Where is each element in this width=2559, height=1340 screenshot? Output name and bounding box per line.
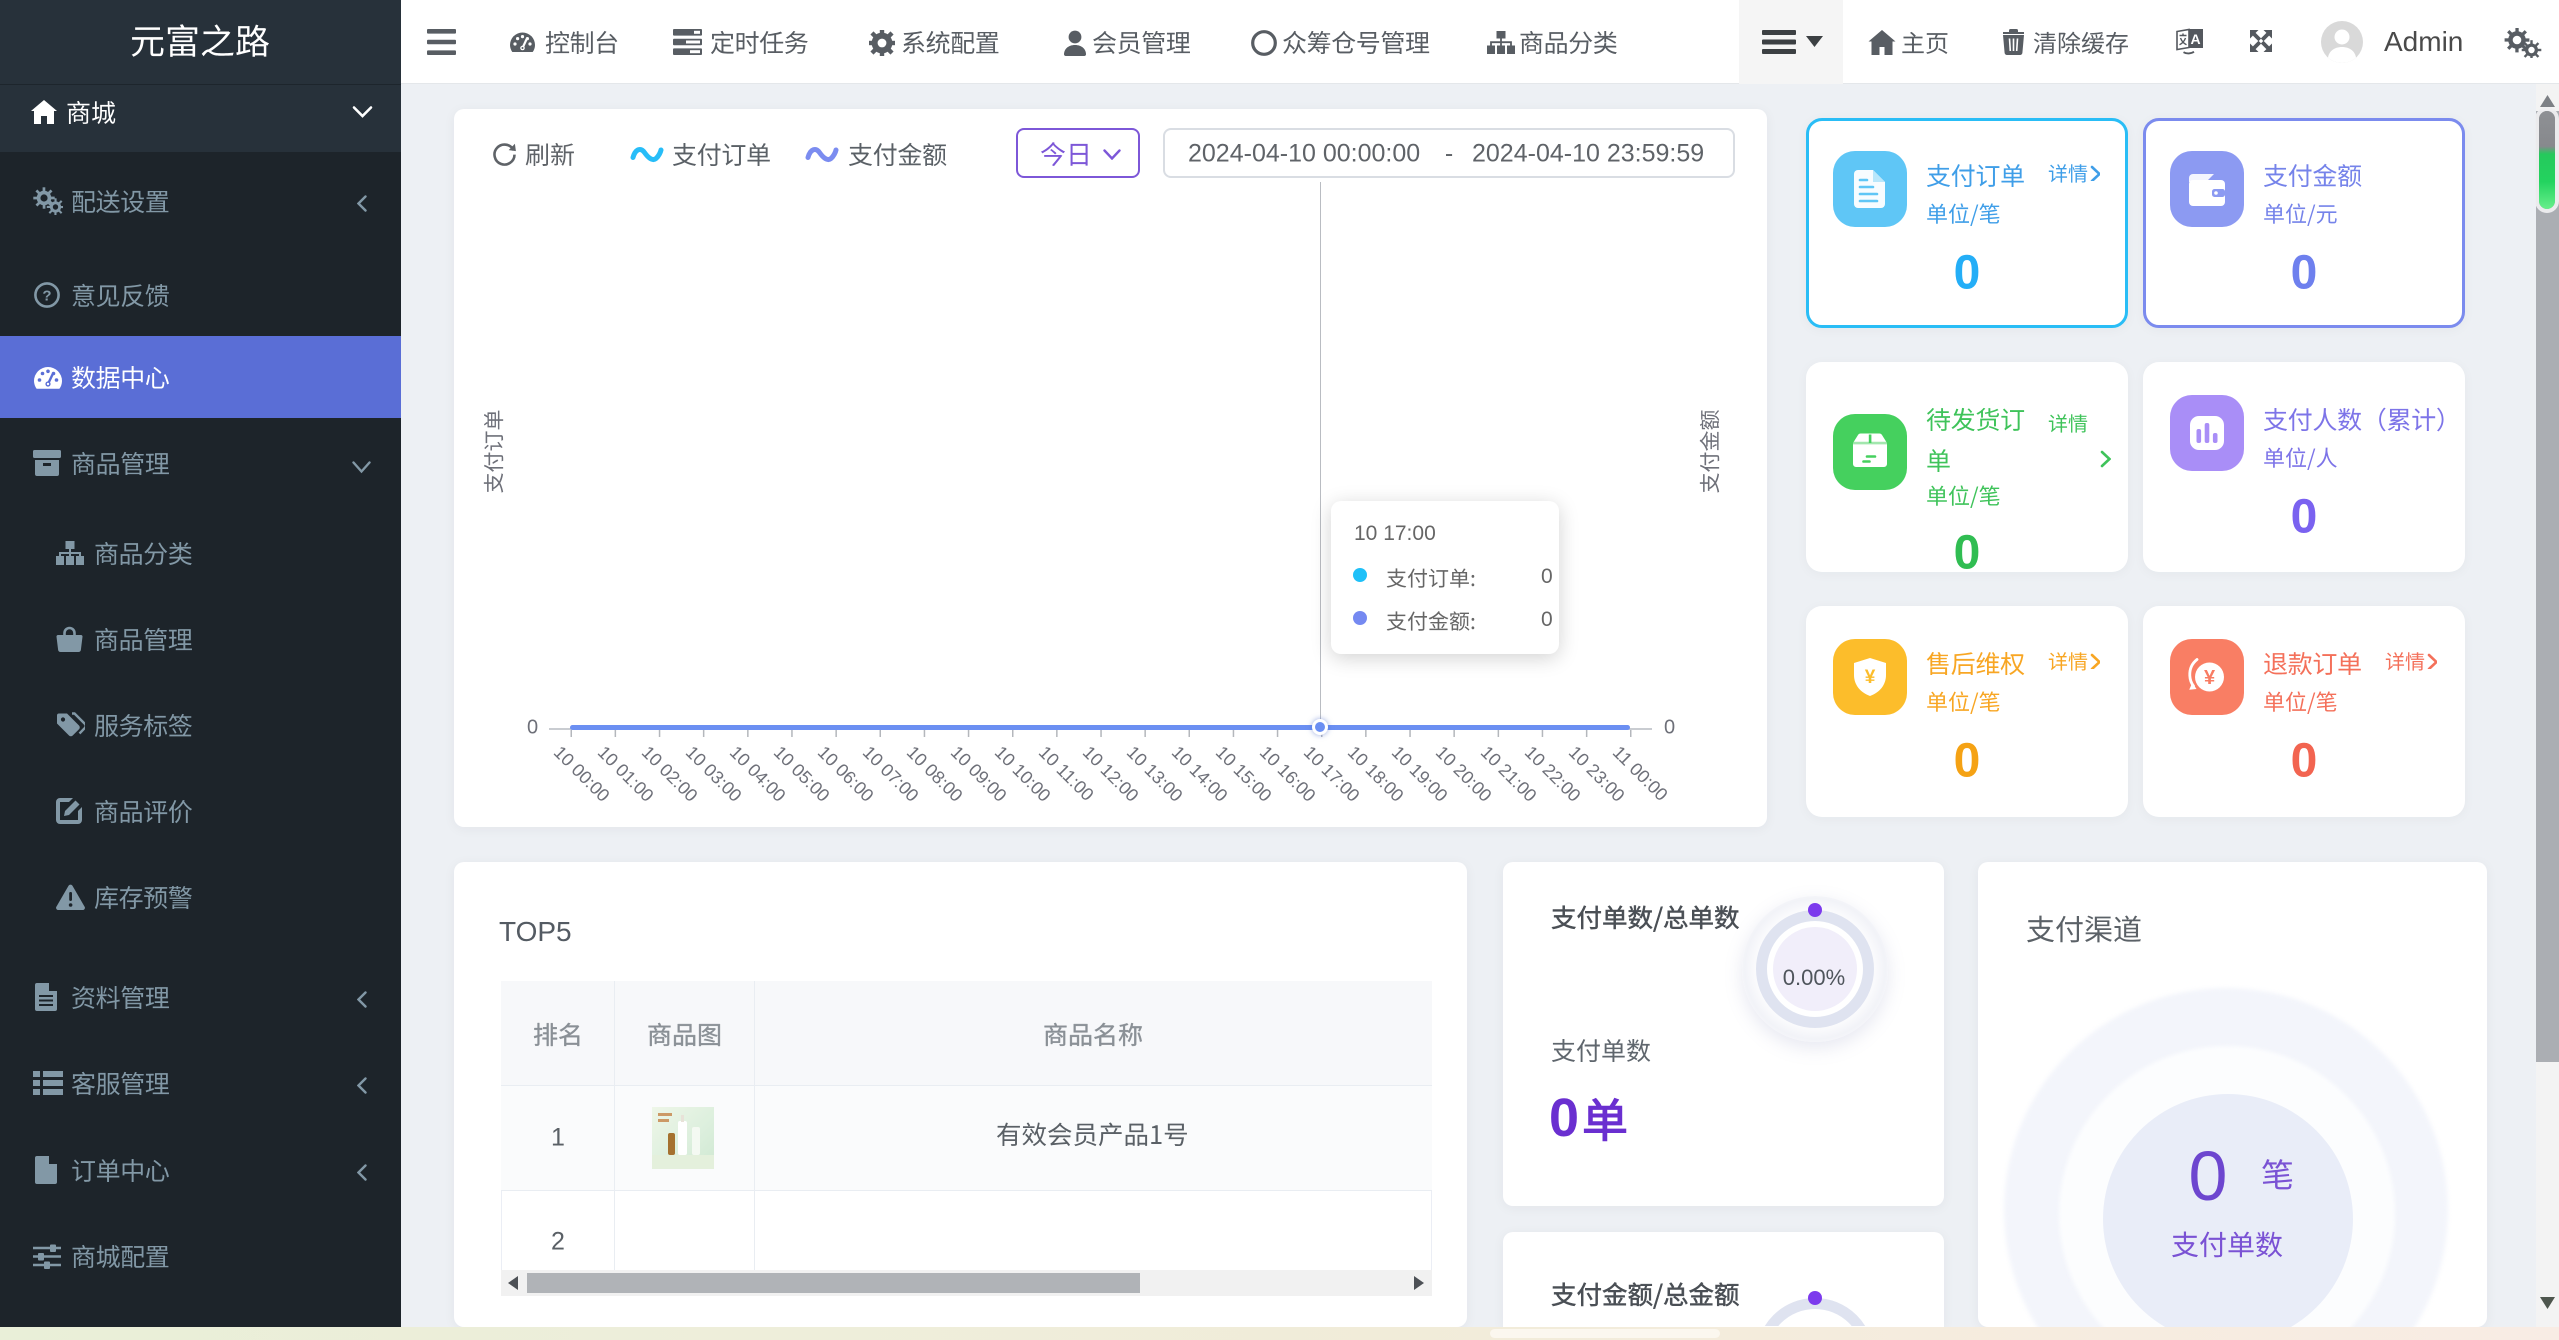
svg-text:¥: ¥ [1865,667,1876,688]
svg-text:?: ? [42,288,51,305]
svg-text:A: A [2190,31,2200,47]
svg-text:¥: ¥ [2204,667,2216,689]
